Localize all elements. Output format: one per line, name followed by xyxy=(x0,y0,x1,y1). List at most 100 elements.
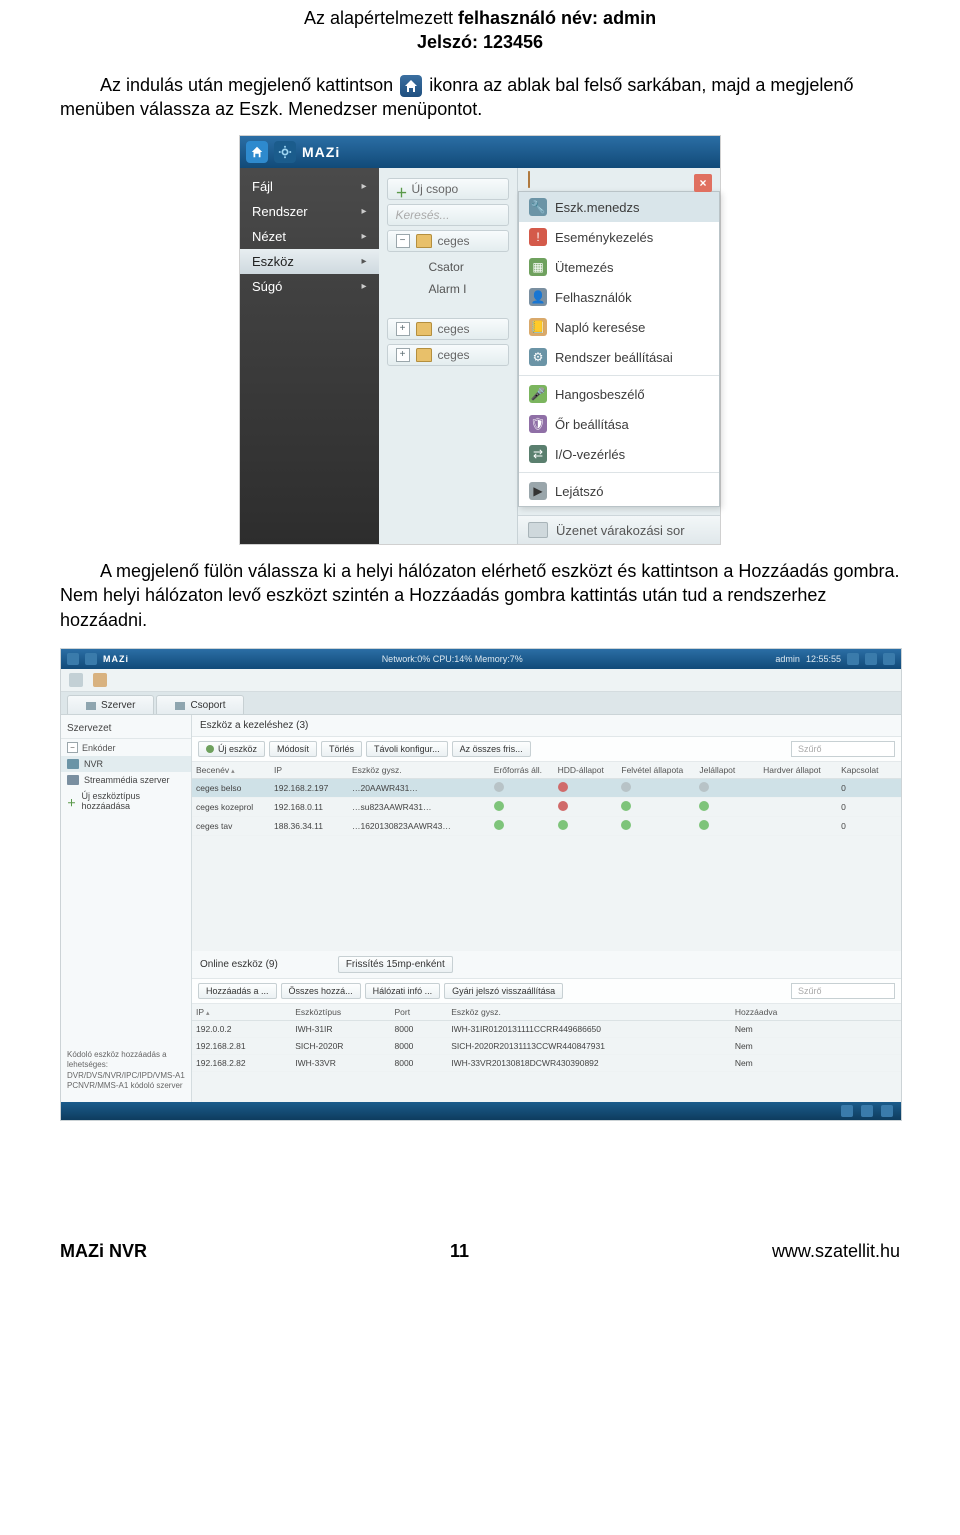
col-resource[interactable]: Erőforrás áll. xyxy=(490,762,554,779)
tab-server[interactable]: Szerver xyxy=(67,695,154,714)
sidebar-item-add-type[interactable]: ＋Új eszköztípus hozzáadása xyxy=(61,788,191,814)
col-nickname[interactable]: Becenév▴ xyxy=(192,762,270,779)
home-icon[interactable] xyxy=(67,653,79,665)
clock: 12:55:55 xyxy=(806,654,841,664)
notebook-icon: 📒 xyxy=(529,318,547,336)
btn-add-to[interactable]: Hozzáadás a ... xyxy=(198,983,277,999)
status-dot-icon xyxy=(699,782,709,792)
menu-item-system[interactable]: Rendszer▸ xyxy=(240,199,379,224)
col-record[interactable]: Felvétel állapota xyxy=(617,762,695,779)
btn-net-info[interactable]: Hálózati infó ... xyxy=(365,983,441,999)
status-dot-icon xyxy=(699,820,709,830)
submenu-broadcast[interactable]: 🎤Hangosbeszélő xyxy=(519,379,719,409)
username-prefix: Az alapértelmezett xyxy=(304,8,458,28)
btn-remote-config[interactable]: Távoli konfigur... xyxy=(366,741,448,757)
message-queue-bar[interactable]: Üzenet várakozási sor xyxy=(518,515,720,544)
submenu-system-settings[interactable]: ⚙Rendszer beállításai xyxy=(519,342,719,372)
submenu-users[interactable]: 👤Felhasználók xyxy=(519,282,719,312)
col-serial[interactable]: Eszköz gysz. xyxy=(447,1004,731,1021)
tree-node-ceges-2[interactable]: +ceges xyxy=(387,318,510,340)
lock-icon[interactable] xyxy=(847,653,859,665)
btn-refresh-all[interactable]: Az összes fris... xyxy=(452,741,531,757)
submenu-scheduling[interactable]: ▦Ütemezés xyxy=(519,252,719,282)
table-row[interactable]: ceges belso192.168.2.197…20AAWR431…0 xyxy=(192,779,901,798)
server-icon xyxy=(86,702,96,710)
tree-sub-csator[interactable]: Csator xyxy=(429,260,518,274)
shield-icon: 🛡 xyxy=(529,415,547,433)
plus-icon: ＋ xyxy=(67,796,76,806)
col-hdd[interactable]: HDD-állapot xyxy=(554,762,618,779)
nvr-icon xyxy=(67,759,79,769)
minus-icon: − xyxy=(67,742,78,753)
gear-icon[interactable] xyxy=(85,653,97,665)
close-icon[interactable]: × xyxy=(694,174,712,192)
tree-node-ceges[interactable]: −ceges xyxy=(387,230,510,252)
search-input[interactable]: Keresés... xyxy=(387,204,510,226)
submenu-device-manager[interactable]: 🔧Eszk.menedzs xyxy=(519,192,719,222)
close-icon[interactable] xyxy=(883,653,895,665)
folder-icon xyxy=(416,322,432,336)
gear-icon: ⚙ xyxy=(529,348,547,366)
footer-page-number: 11 xyxy=(450,1241,469,1262)
submenu-guard-setting[interactable]: 🛡Őr beállítása xyxy=(519,409,719,439)
col-ip[interactable]: IP xyxy=(270,762,348,779)
status-icon[interactable] xyxy=(881,1105,893,1117)
device-manager-tab-icon[interactable] xyxy=(93,673,107,687)
table-row[interactable]: ceges kozeprol192.168.0.11…su823AAWR431…… xyxy=(192,798,901,817)
sidebar-item-streammedia[interactable]: Streammédia szerver xyxy=(61,772,191,788)
gear-icon[interactable] xyxy=(274,141,296,163)
main-menu: Fájl▸ Rendszer▸ Nézet▸ Eszköz▸ Súgó▸ xyxy=(240,168,379,544)
page-footer: MAZi NVR 11 www.szatellit.hu xyxy=(60,1241,900,1262)
plus-icon: + xyxy=(396,348,410,362)
sidebar-item-nvr[interactable]: NVR xyxy=(61,756,191,772)
tree-sub-alarm[interactable]: Alarm I xyxy=(429,282,518,296)
table-row[interactable]: 192.0.0.2IWH-31IR8000IWH-31IR0120131111C… xyxy=(192,1020,901,1037)
col-conn[interactable]: Kapcsolat xyxy=(837,762,901,779)
col-added[interactable]: Hozzáadva xyxy=(731,1004,901,1021)
online-devices-table: IP▴ Eszköztípus Port Eszköz gysz. Hozzáa… xyxy=(192,1004,901,1072)
col-ip[interactable]: IP▴ xyxy=(192,1004,291,1021)
col-signal[interactable]: Jelállapot xyxy=(695,762,759,779)
home-icon[interactable] xyxy=(246,141,268,163)
tab-group[interactable]: Csoport xyxy=(156,695,244,714)
filter-input-online[interactable]: Szűrő xyxy=(791,983,895,999)
table-row[interactable]: 192.168.2.81SICH-2020R8000SICH-2020R2013… xyxy=(192,1037,901,1054)
btn-delete[interactable]: Törlés xyxy=(321,741,362,757)
sort-icon: ▴ xyxy=(231,768,235,775)
col-port[interactable]: Port xyxy=(391,1004,448,1021)
col-type[interactable]: Eszköztípus xyxy=(291,1004,390,1021)
minimize-icon[interactable] xyxy=(865,653,877,665)
submenu-log-search[interactable]: 📒Napló keresése xyxy=(519,312,719,342)
submenu-event-handling[interactable]: !Eseménykezelés xyxy=(519,222,719,252)
sidebar-group-encoder[interactable]: −Enkóder xyxy=(61,739,191,756)
footer-left: MAZi NVR xyxy=(60,1241,147,1262)
filter-input[interactable]: Szűrő xyxy=(791,741,895,757)
cpanel-icon[interactable] xyxy=(69,673,83,687)
submenu-io-control[interactable]: ⇄I/O-vezérlés xyxy=(519,439,719,469)
table-row[interactable]: ceges tav188.36.34.11…1620130823AAWR43…0 xyxy=(192,817,901,836)
tree-node-ceges-3[interactable]: +ceges xyxy=(387,344,510,366)
menu-item-view[interactable]: Nézet▸ xyxy=(240,224,379,249)
instruction-paragraph-1: Az indulás után megjelenő kattintson iko… xyxy=(60,73,900,122)
btn-new-device[interactable]: Új eszköz xyxy=(198,741,265,757)
status-dot-icon xyxy=(558,782,568,792)
menu-item-help[interactable]: Súgó▸ xyxy=(240,274,379,299)
menu-item-tool[interactable]: Eszköz▸ xyxy=(240,249,379,274)
tree-panel: ＋Új csopo Keresés... −ceges Csator Alarm… xyxy=(379,168,519,544)
app-logo: MAZi xyxy=(103,654,129,664)
btn-refresh-15s[interactable]: Frissítés 15mp-enként xyxy=(338,956,453,973)
btn-add-all[interactable]: Összes hozzá... xyxy=(281,983,361,999)
col-hw[interactable]: Hardver állapot xyxy=(759,762,837,779)
screenshot-device-manager: MAZi Network:0% CPU:14% Memory:7% admin … xyxy=(60,648,902,1121)
status-icon[interactable] xyxy=(841,1105,853,1117)
col-serial[interactable]: Eszköz gysz. xyxy=(348,762,490,779)
instruction-paragraph-2: A megjelenő fülön válassza ki a helyi há… xyxy=(60,559,900,632)
submenu-player[interactable]: ▶Lejátszó xyxy=(519,476,719,506)
btn-factory-pwd[interactable]: Gyári jelszó visszaállítása xyxy=(444,983,563,999)
table-row[interactable]: 192.168.2.82IWH-33VR8000IWH-33VR20130818… xyxy=(192,1054,901,1071)
status-icon[interactable] xyxy=(861,1105,873,1117)
online-actionbar: Hozzáadás a ... Összes hozzá... Hálózati… xyxy=(192,979,901,1004)
menu-item-file[interactable]: Fájl▸ xyxy=(240,174,379,199)
new-group-button[interactable]: ＋Új csopo xyxy=(387,178,510,200)
btn-modify[interactable]: Módosít xyxy=(269,741,317,757)
